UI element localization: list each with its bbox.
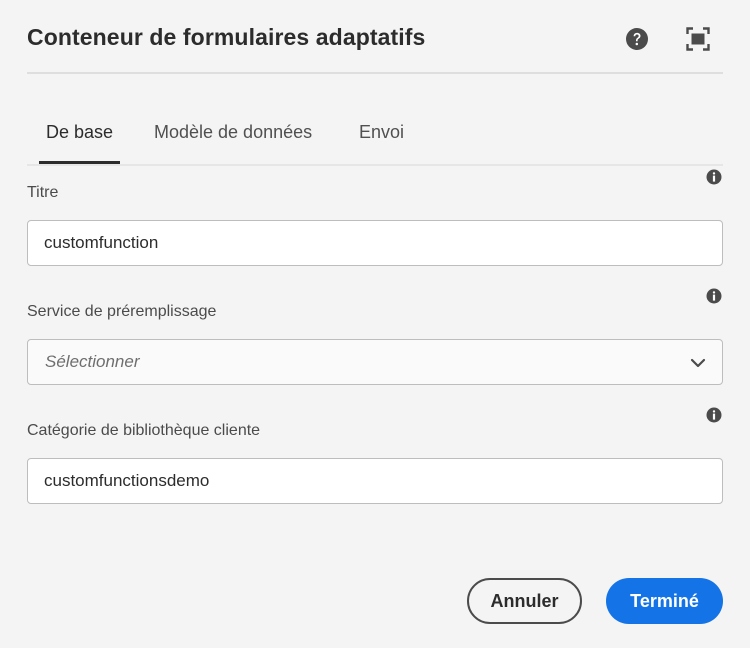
- dialog-title: Conteneur de formulaires adaptatifs: [27, 24, 426, 50]
- info-icon[interactable]: [706, 288, 722, 304]
- client-library-category-input[interactable]: [27, 458, 723, 504]
- title-input[interactable]: [27, 220, 723, 266]
- prefill-service-select[interactable]: Sélectionner: [27, 339, 723, 385]
- prefill-service-label: Service de préremplissage: [27, 303, 217, 320]
- tab-list: De base Modèle de données Envoi: [27, 100, 723, 166]
- dialog-header: Conteneur de formulaires adaptatifs: [27, 0, 723, 74]
- fullscreen-icon[interactable]: [686, 27, 710, 51]
- done-button[interactable]: Terminé: [606, 578, 723, 624]
- tab-de-base[interactable]: De base: [39, 122, 121, 164]
- help-icon[interactable]: [625, 27, 649, 51]
- chevron-down-icon: [690, 355, 706, 371]
- info-icon[interactable]: [706, 169, 722, 185]
- info-icon[interactable]: [706, 407, 722, 423]
- dialog: Conteneur de formulaires adaptatifs De b…: [0, 0, 750, 648]
- client-library-category-label: Catégorie de bibliothèque cliente: [27, 422, 261, 439]
- tab-modele-de-donnees[interactable]: Modèle de données: [154, 122, 312, 164]
- cancel-button[interactable]: Annuler: [467, 578, 582, 624]
- title-field-label: Titre: [27, 184, 59, 201]
- tab-envoi[interactable]: Envoi: [359, 122, 404, 164]
- prefill-service-selected-value: Sélectionner: [45, 352, 140, 371]
